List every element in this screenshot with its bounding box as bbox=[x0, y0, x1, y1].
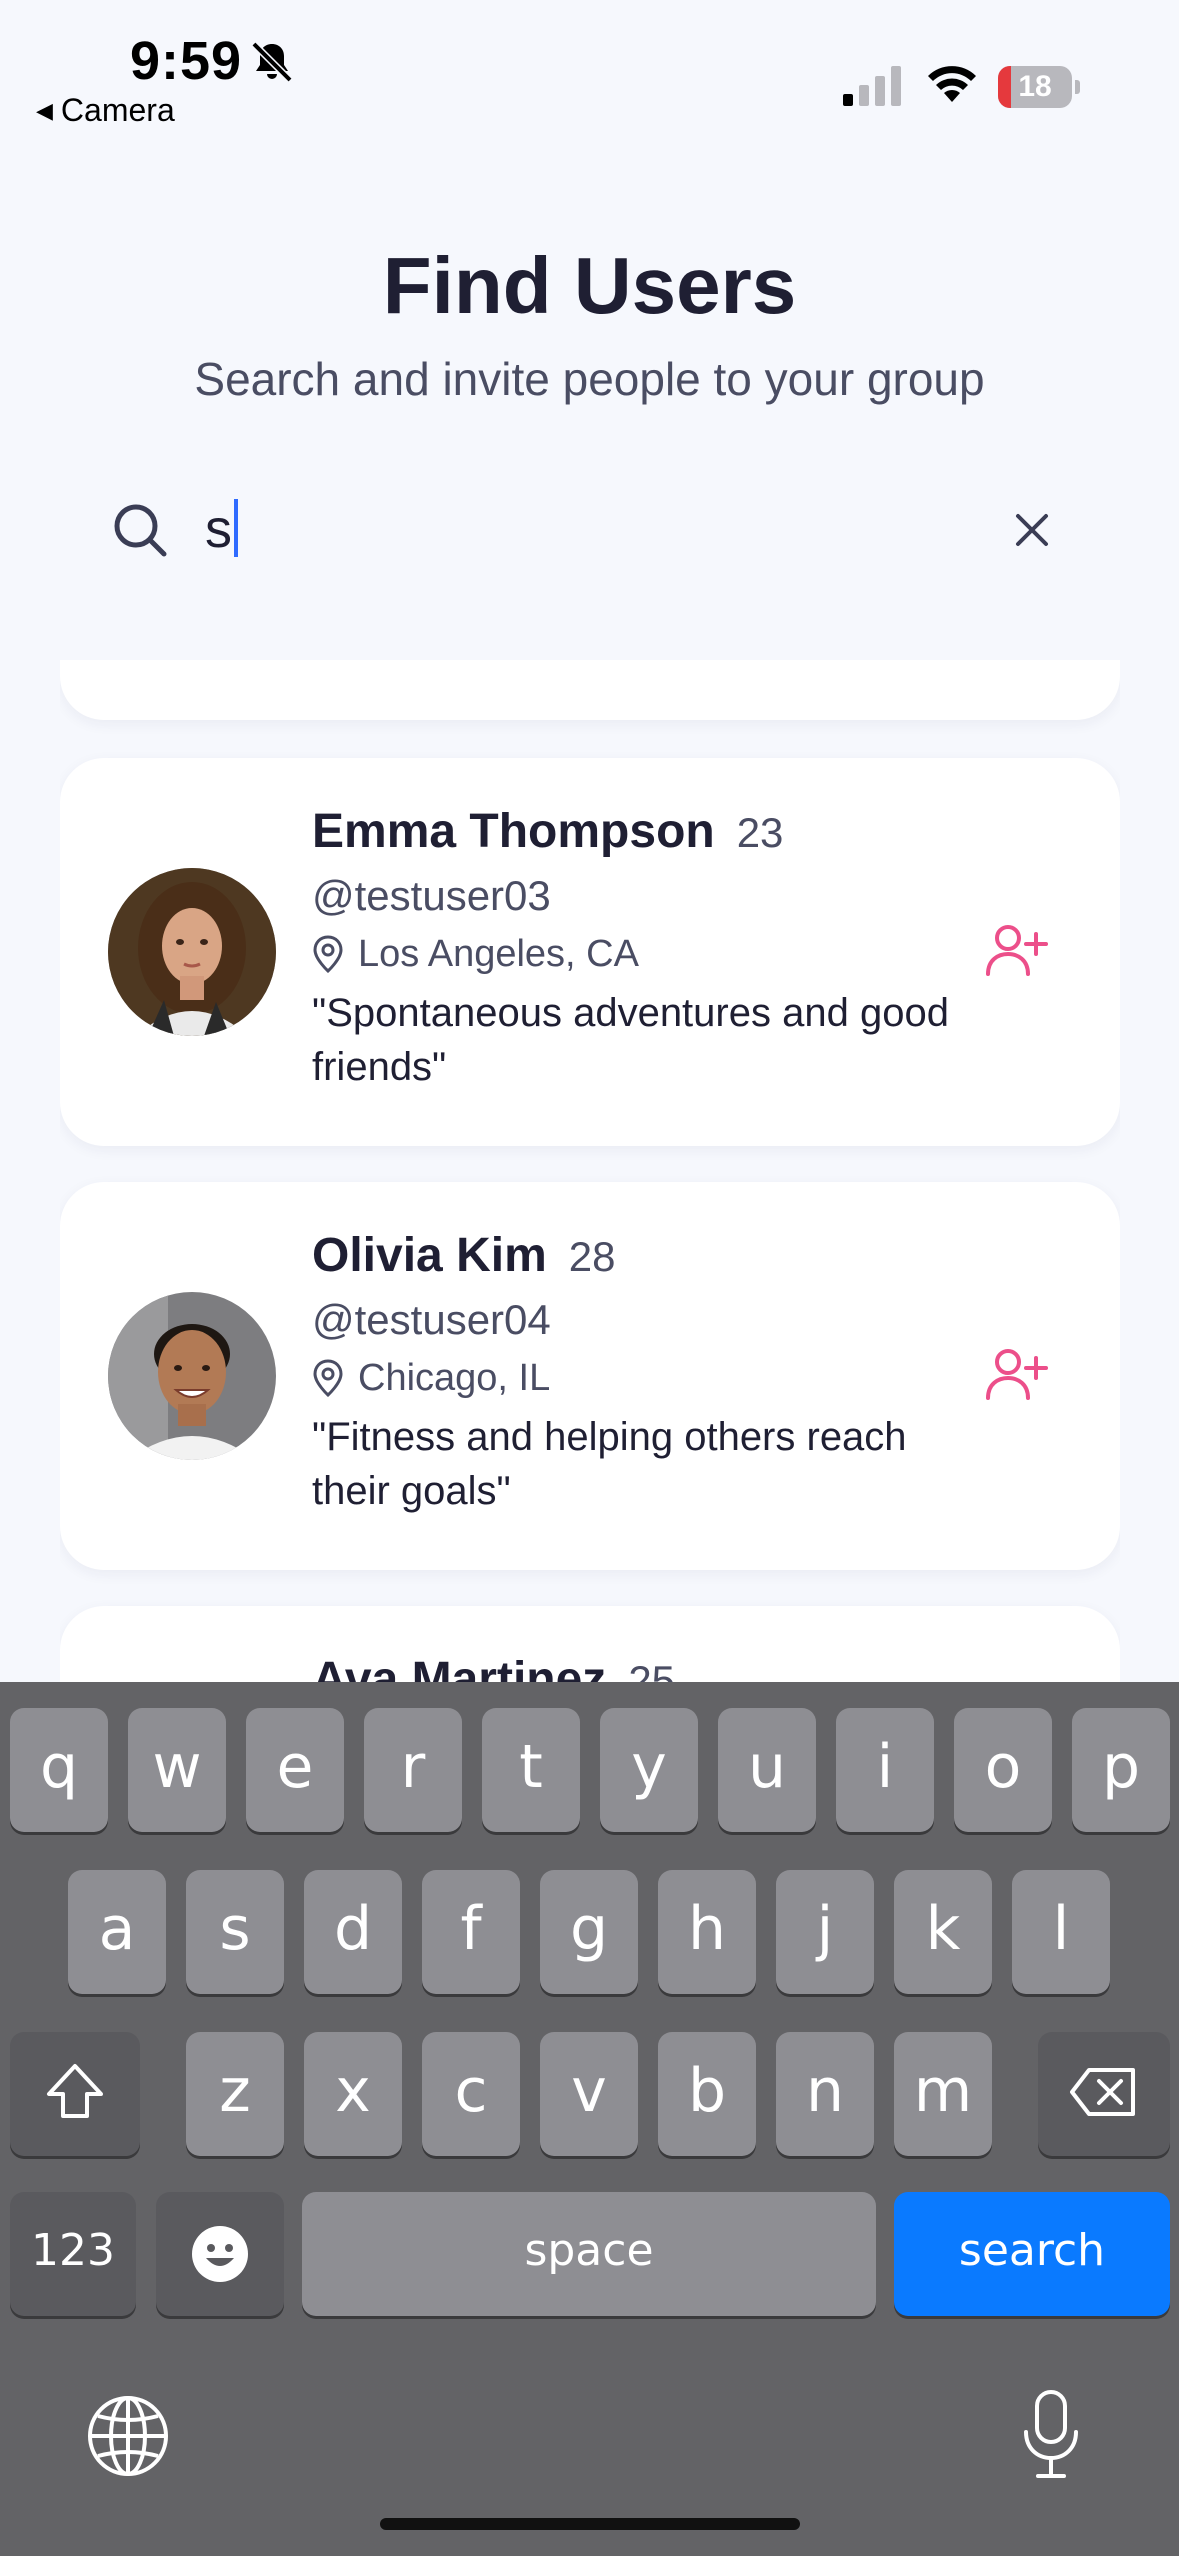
key-j[interactable]: j bbox=[776, 1870, 874, 1994]
results-list[interactable]: Emma Thompson 23 @testuser03 Los Angeles,… bbox=[60, 660, 1120, 1682]
key-m[interactable]: m bbox=[894, 2032, 992, 2156]
search-input[interactable]: s bbox=[205, 498, 238, 560]
key-f[interactable]: f bbox=[422, 1870, 520, 1994]
page-title: Find Users bbox=[382, 241, 797, 330]
back-triangle-icon: ◀ bbox=[36, 98, 53, 123]
key-z[interactable]: z bbox=[186, 2032, 284, 2156]
key-q[interactable]: q bbox=[10, 1708, 108, 1832]
key-a[interactable]: a bbox=[68, 1870, 166, 1994]
user-location-text: Chicago, IL bbox=[358, 1357, 551, 1399]
key-h[interactable]: h bbox=[658, 1870, 756, 1994]
globe-icon[interactable] bbox=[84, 2392, 172, 2480]
user-name: Ava Martinez bbox=[312, 1653, 607, 1682]
key-n[interactable]: n bbox=[776, 2032, 874, 2156]
key-backspace[interactable] bbox=[1038, 2032, 1170, 2156]
avatar bbox=[108, 1292, 276, 1460]
key-v[interactable]: v bbox=[540, 2032, 638, 2156]
key-b[interactable]: b bbox=[658, 2032, 756, 2156]
user-bio: "Fitness and helping others reach their … bbox=[312, 1415, 907, 1513]
user-name: Emma Thompson bbox=[312, 805, 715, 858]
emoji-icon bbox=[192, 2226, 248, 2282]
location-pin-icon bbox=[313, 1359, 343, 1398]
user-handle: @testuser03 bbox=[312, 872, 551, 919]
search-bar[interactable]: s bbox=[70, 470, 1110, 590]
user-info: Olivia Kim 28 @testuser04 Chicago, IL "Fi… bbox=[312, 1228, 992, 1518]
search-input-value: s bbox=[205, 499, 232, 559]
user-location: Chicago, IL bbox=[312, 1350, 992, 1406]
location-pin-icon bbox=[313, 935, 343, 974]
back-to-app-link[interactable]: ◀ Camera bbox=[36, 92, 175, 129]
key-emoji[interactable] bbox=[156, 2192, 284, 2316]
key-l[interactable]: l bbox=[1012, 1870, 1110, 1994]
page-subtitle: Search and invite people to your group bbox=[194, 353, 985, 405]
key-i[interactable]: i bbox=[836, 1708, 934, 1832]
shift-icon bbox=[47, 2064, 103, 2118]
key-g[interactable]: g bbox=[540, 1870, 638, 1994]
bell-slash-icon bbox=[251, 41, 293, 83]
user-bio: "Spontaneous adventures and good friends… bbox=[312, 991, 949, 1089]
user-name: Olivia Kim bbox=[312, 1229, 547, 1282]
avatar bbox=[108, 868, 276, 1036]
wifi-icon bbox=[928, 66, 976, 102]
key-t[interactable]: t bbox=[482, 1708, 580, 1832]
back-app-label: Camera bbox=[60, 92, 175, 128]
status-time: 9:59 bbox=[130, 31, 243, 91]
search-icon bbox=[114, 504, 167, 557]
clear-search-icon[interactable] bbox=[1010, 508, 1054, 552]
key-space[interactable]: space bbox=[302, 2192, 876, 2316]
backspace-icon bbox=[1070, 2068, 1135, 2116]
battery-level: 18 bbox=[1018, 70, 1052, 103]
add-user-icon[interactable] bbox=[984, 1342, 1048, 1406]
key-numbers[interactable]: 123 bbox=[10, 2192, 136, 2316]
user-card[interactable]: Emma Thompson 23 @testuser03 Los Angeles,… bbox=[60, 758, 1120, 1146]
key-c[interactable]: c bbox=[422, 2032, 520, 2156]
key-y[interactable]: y bbox=[600, 1708, 698, 1832]
status-bar: 9:59 ◀ Camera 18 bbox=[0, 0, 1179, 140]
add-user-icon[interactable] bbox=[984, 918, 1048, 982]
user-handle: @testuser04 bbox=[312, 1296, 551, 1343]
key-k[interactable]: k bbox=[894, 1870, 992, 1994]
user-info: Ava Martinez 25 bbox=[312, 1652, 992, 1682]
user-age: 28 bbox=[568, 1233, 616, 1280]
key-x[interactable]: x bbox=[304, 2032, 402, 2156]
home-indicator[interactable] bbox=[380, 2518, 800, 2530]
microphone-icon[interactable] bbox=[1020, 2388, 1082, 2482]
user-card-partial[interactable] bbox=[60, 660, 1120, 720]
user-location: Los Angeles, CA bbox=[312, 926, 992, 982]
key-shift[interactable] bbox=[10, 2032, 140, 2156]
user-card[interactable]: Olivia Kim 28 @testuser04 Chicago, IL "Fi… bbox=[60, 1182, 1120, 1570]
user-age: 25 bbox=[628, 1657, 676, 1682]
user-location-text: Los Angeles, CA bbox=[358, 933, 639, 975]
cellular-signal-icon bbox=[843, 66, 901, 106]
battery-indicator: 18 bbox=[998, 66, 1080, 108]
key-r[interactable]: r bbox=[364, 1708, 462, 1832]
text-caret bbox=[234, 499, 238, 557]
key-u[interactable]: u bbox=[718, 1708, 816, 1832]
key-e[interactable]: e bbox=[246, 1708, 344, 1832]
key-p[interactable]: p bbox=[1072, 1708, 1170, 1832]
key-o[interactable]: o bbox=[954, 1708, 1052, 1832]
user-info: Emma Thompson 23 @testuser03 Los Angeles,… bbox=[312, 804, 992, 1094]
key-search[interactable]: search bbox=[894, 2192, 1170, 2316]
key-d[interactable]: d bbox=[304, 1870, 402, 1994]
user-age: 23 bbox=[736, 809, 784, 856]
key-s[interactable]: s bbox=[186, 1870, 284, 1994]
key-w[interactable]: w bbox=[128, 1708, 226, 1832]
user-card[interactable]: Ava Martinez 25 bbox=[60, 1606, 1120, 1682]
